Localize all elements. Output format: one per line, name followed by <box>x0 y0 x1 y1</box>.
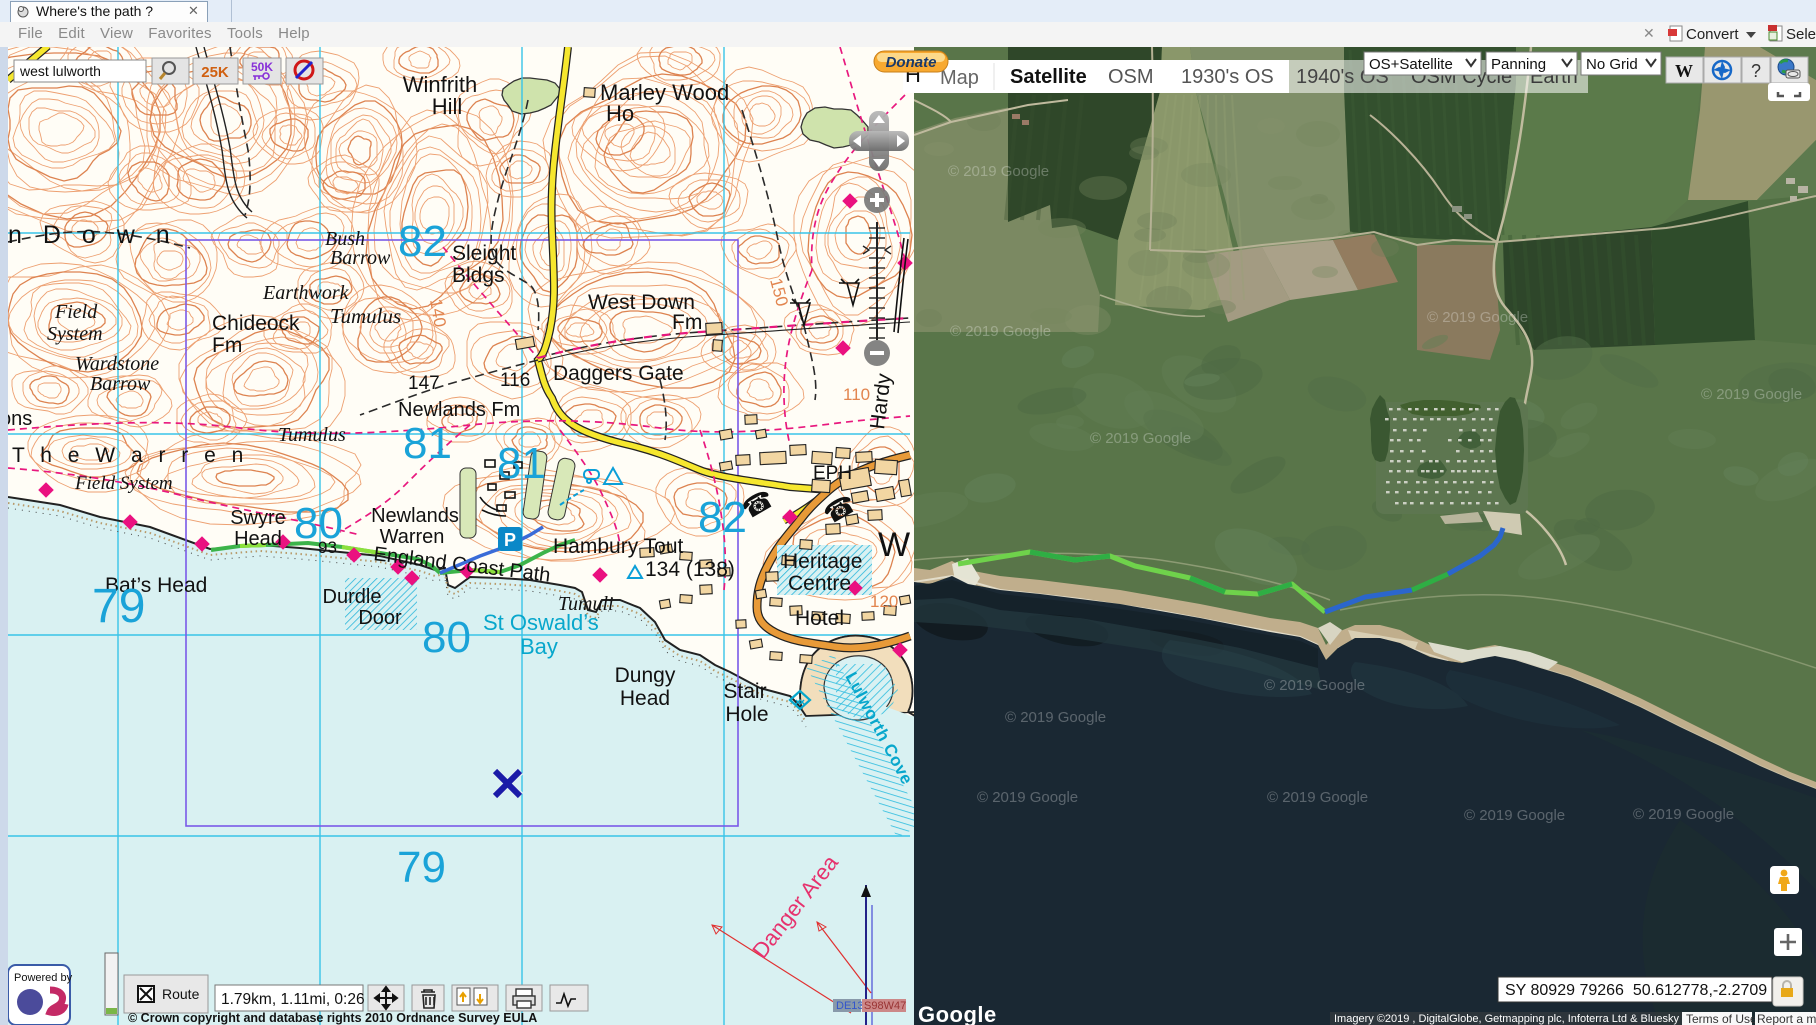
svg-text:Centre: Centre <box>788 572 851 595</box>
svg-text:Ho: Ho <box>606 101 634 126</box>
svg-text:81: 81 <box>497 439 546 488</box>
svg-text:ons: ons <box>8 408 32 430</box>
svg-text:OSM: OSM <box>1108 66 1154 88</box>
svg-text:© 2019 Google: © 2019 Google <box>1464 807 1565 824</box>
svg-text:Barrow: Barrow <box>90 373 151 395</box>
svg-text:82: 82 <box>398 217 447 266</box>
svg-text:Field: Field <box>54 301 98 323</box>
svg-text:Stair: Stair <box>723 680 766 703</box>
svg-text:© 2019 Google: © 2019 Google <box>1264 677 1365 694</box>
svg-text:OS+Satellite: OS+Satellite <box>1369 56 1453 73</box>
svg-text:Report a ma: Report a ma <box>1757 1012 1816 1025</box>
svg-text:Bldgs: Bldgs <box>452 264 505 287</box>
svg-text:T h e W a r r e n: T h e W a r r e n <box>12 444 248 467</box>
svg-text:Imagery ©2019 , DigitalGlobe,: Imagery ©2019 , DigitalGlobe, Getmapping… <box>1334 1013 1680 1025</box>
svg-text:Barrow: Barrow <box>330 247 391 269</box>
svg-text:1930's OS: 1930's OS <box>1181 66 1274 88</box>
svg-text:Powered by: Powered by <box>14 972 73 984</box>
svg-text:Door: Door <box>358 607 402 629</box>
svg-text:25K: 25K <box>201 64 229 81</box>
svg-text:© 2019 Google: © 2019 Google <box>948 163 1049 180</box>
svg-text:S98W47: S98W47 <box>864 1000 906 1012</box>
svg-text:110: 110 <box>843 385 870 404</box>
svg-text:147: 147 <box>408 373 440 394</box>
svg-text:81: 81 <box>403 419 452 468</box>
svg-text:Sele: Sele <box>1786 26 1816 43</box>
svg-text:Earthwork: Earthwork <box>262 282 350 304</box>
svg-text:Durdle: Durdle <box>323 586 382 608</box>
svg-text:© 2019 Google: © 2019 Google <box>1633 806 1734 823</box>
svg-text:Chideock: Chideock <box>212 312 300 335</box>
svg-text:W: W <box>878 526 910 564</box>
svg-text:© 2019 Google: © 2019 Google <box>1701 386 1802 403</box>
svg-text:80: 80 <box>422 613 471 662</box>
svg-text:82: 82 <box>698 493 747 542</box>
svg-text:116: 116 <box>500 370 530 391</box>
svg-text:n D o w n: n D o w n <box>8 221 177 249</box>
svg-text:Field System: Field System <box>74 473 173 494</box>
svg-text:© 2019 Google: © 2019 Google <box>1267 789 1368 806</box>
svg-text:© 2019 Google: © 2019 Google <box>1090 430 1191 447</box>
svg-text:120: 120 <box>870 592 898 611</box>
svg-text:80: 80 <box>294 499 343 548</box>
svg-text:Head: Head <box>620 687 670 710</box>
svg-text:Dungy: Dungy <box>615 664 676 687</box>
svg-text:79: 79 <box>397 843 446 892</box>
svg-text:© Crown copyright and database: © Crown copyright and database rights 20… <box>128 1011 537 1025</box>
svg-text:Bay: Bay <box>520 634 558 659</box>
svg-text:Head: Head <box>234 528 282 550</box>
svg-text:© 2019 Google: © 2019 Google <box>950 323 1051 340</box>
svg-text:?: ? <box>1751 61 1761 81</box>
svg-text:Wardstone: Wardstone <box>75 353 159 375</box>
svg-text:Route: Route <box>162 986 200 1002</box>
svg-text:50K: 50K <box>251 60 273 74</box>
svg-text:Terms of Use: Terms of Use <box>1686 1012 1757 1025</box>
svg-text:Hotel: Hotel <box>795 607 844 630</box>
svg-text:Swyre: Swyre <box>230 507 286 529</box>
svg-text:System: System <box>47 323 103 345</box>
svg-text:© 2019 Google: © 2019 Google <box>1005 709 1106 726</box>
svg-text:Tumulus: Tumulus <box>278 424 346 446</box>
svg-text:Satellite: Satellite <box>1010 66 1087 88</box>
svg-text:Fm: Fm <box>672 311 702 334</box>
svg-text:Heritage: Heritage <box>783 550 862 573</box>
svg-text:Sleight: Sleight <box>452 242 516 265</box>
svg-text:St Oswald’s: St Oswald’s <box>483 610 599 635</box>
svg-text:Hole: Hole <box>725 703 768 726</box>
svg-text:west lulworth: west lulworth <box>19 63 101 79</box>
svg-text:P: P <box>504 530 516 550</box>
svg-text:Newlands Fm: Newlands Fm <box>398 399 520 421</box>
svg-text:Fm: Fm <box>212 334 242 357</box>
svg-text:79: 79 <box>92 580 145 633</box>
svg-text:Donate: Donate <box>886 54 937 71</box>
svg-text:Hill: Hill <box>432 94 463 119</box>
svg-text:© 2019 Google: © 2019 Google <box>977 789 1078 806</box>
svg-text:Convert: Convert <box>1686 26 1739 43</box>
svg-text:1.79km, 1.11mi, 0:26: 1.79km, 1.11mi, 0:26 <box>221 991 365 1008</box>
svg-text:DE13: DE13 <box>836 1000 864 1012</box>
svg-text:No Grid: No Grid <box>1586 56 1638 73</box>
svg-text:SY 80929 79266 50.612778,-2.2: SY 80929 79266 50.612778,-2.2709 <box>1505 982 1767 999</box>
svg-text:Hambury Tout: Hambury Tout <box>553 535 684 558</box>
svg-text:© 2019 Google: © 2019 Google <box>1427 309 1528 326</box>
svg-text:Panning: Panning <box>1491 56 1546 73</box>
svg-text:Google: Google <box>918 1002 997 1025</box>
svg-text:EPH: EPH <box>813 463 852 484</box>
svg-text:Daggers Gate: Daggers Gate <box>553 362 684 385</box>
svg-text:134 (138): 134 (138) <box>645 558 735 581</box>
svg-text:Tumulus: Tumulus <box>330 304 401 328</box>
svg-text:W: W <box>1675 61 1693 81</box>
svg-text:Newlands: Newlands <box>371 505 459 527</box>
